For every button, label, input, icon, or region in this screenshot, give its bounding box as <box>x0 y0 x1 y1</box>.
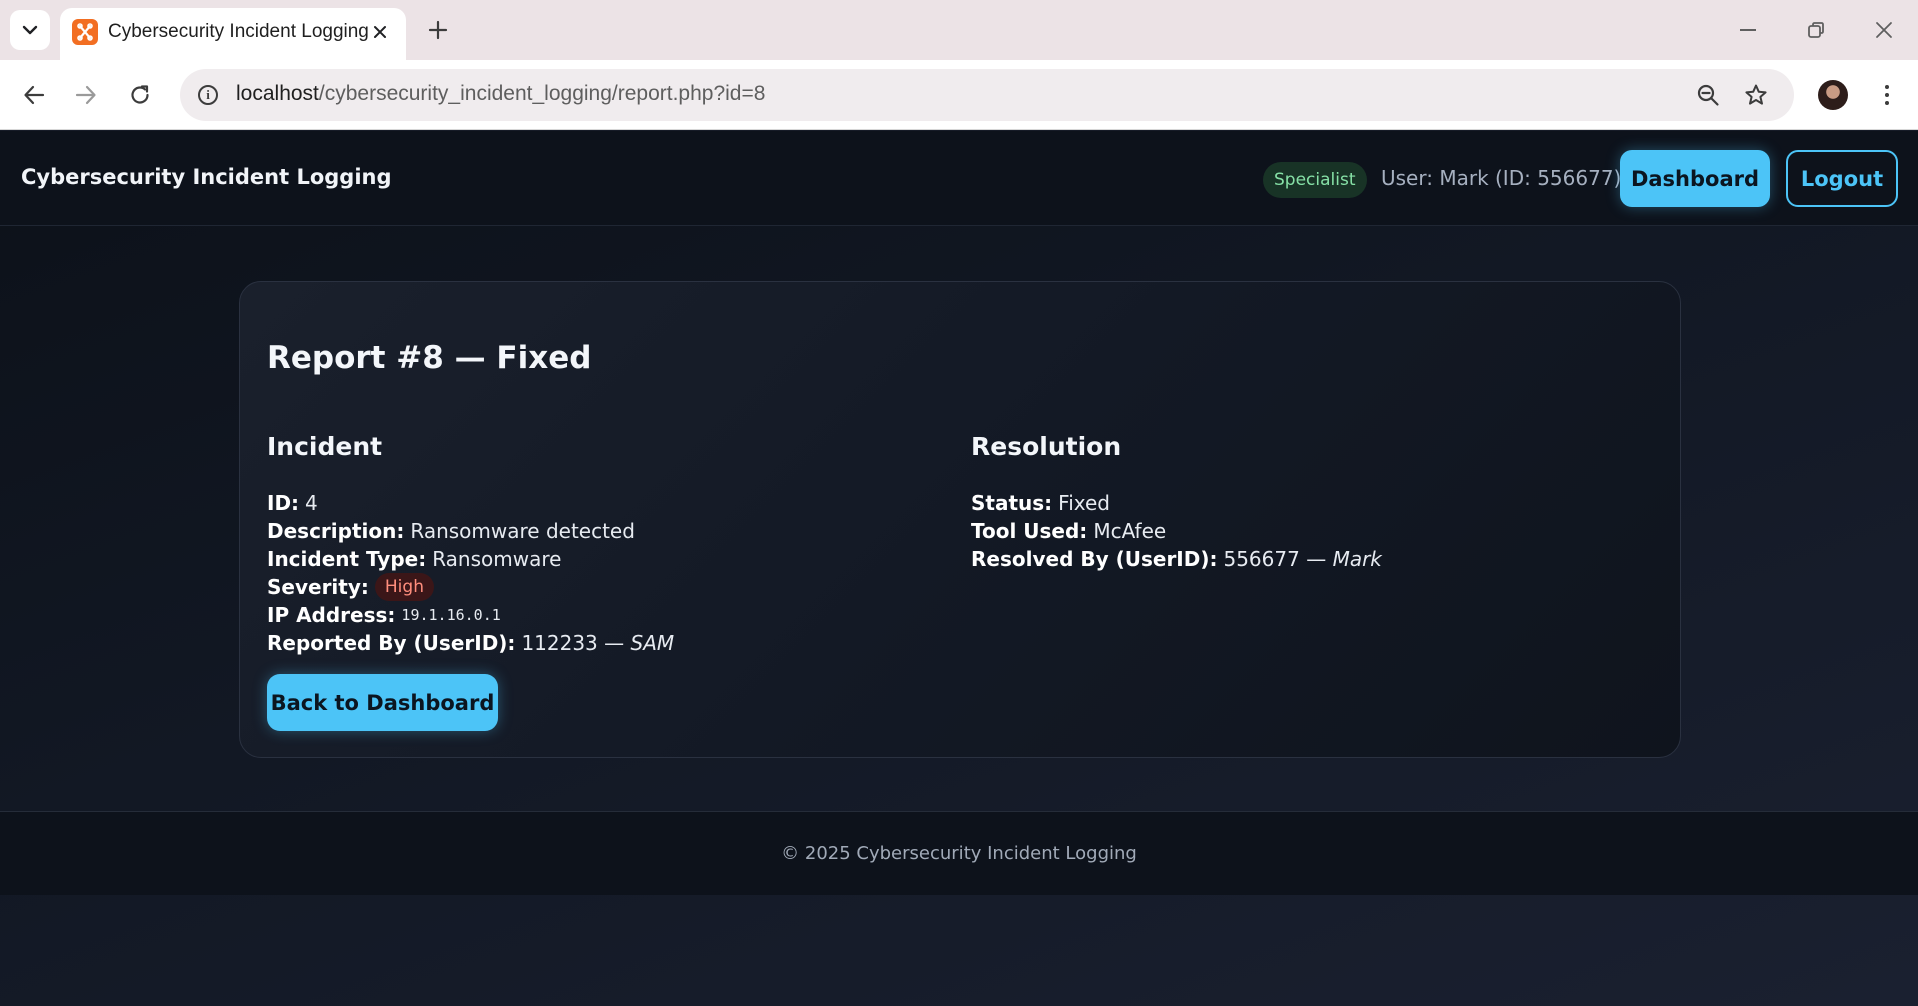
tool-used: McAfee <box>1093 519 1167 543</box>
incident-type-row: Incident Type: Ransomware <box>267 545 674 573</box>
tab-list-icon[interactable] <box>10 10 50 50</box>
address-bar[interactable]: i localhost/cybersecurity_incident_loggi… <box>180 69 1794 121</box>
reported-by-name: SAM <box>630 631 675 655</box>
resolution-heading: Resolution <box>971 432 1122 461</box>
field-label: Severity: <box>267 575 369 599</box>
restore-icon[interactable] <box>1796 12 1836 48</box>
ip-address: 19.1.16.0.1 <box>401 606 501 624</box>
forward-arrow-icon[interactable] <box>66 75 106 115</box>
ip-address-row: IP Address: 19.1.16.0.1 <box>267 601 674 629</box>
resolution-details: Status: Fixed Tool Used: McAfee Resolved… <box>971 489 1382 573</box>
tool-row: Tool Used: McAfee <box>971 517 1382 545</box>
back-to-dashboard-button[interactable]: Back to Dashboard <box>267 674 498 731</box>
browser-tabstrip: Cybersecurity Incident Logging <box>0 0 1918 60</box>
description-row: Description: Ransomware detected <box>267 517 674 545</box>
back-arrow-icon[interactable] <box>14 75 54 115</box>
browser-toolbar: i localhost/cybersecurity_incident_loggi… <box>0 60 1918 130</box>
more-menu-icon[interactable] <box>1872 75 1902 115</box>
site-footer: © 2025 Cybersecurity Incident Logging <box>0 811 1918 895</box>
favicon-icon <box>72 19 98 45</box>
url-text[interactable]: localhost/cybersecurity_incident_logging… <box>236 82 765 106</box>
minimize-icon[interactable] <box>1728 12 1768 48</box>
resolved-by-id: 556677 — <box>1223 547 1327 571</box>
status-row: Status: Fixed <box>971 489 1382 517</box>
incident-heading: Incident <box>267 432 383 461</box>
incident-description: Ransomware detected <box>410 519 635 543</box>
role-badge: Specialist <box>1263 162 1367 198</box>
reload-icon[interactable] <box>120 75 160 115</box>
footer-copyright: © 2025 Cybersecurity Incident Logging <box>781 843 1137 864</box>
report-card: Report #8 — Fixed Incident ID: 4 Descrip… <box>239 281 1681 758</box>
resolved-by-name: Mark <box>1332 547 1382 571</box>
site-header: Cybersecurity Incident Logging Specialis… <box>0 131 1918 226</box>
resolved-by-row: Resolved By (UserID): 556677 — Mark <box>971 545 1382 573</box>
resolution-status: Fixed <box>1058 491 1110 515</box>
incident-details: ID: 4 Description: Ransomware detected I… <box>267 489 674 657</box>
logout-button[interactable]: Logout <box>1786 150 1898 207</box>
reported-by-id: 112233 — <box>521 631 625 655</box>
severity-badge: High <box>374 573 434 601</box>
zoom-icon[interactable] <box>1692 79 1724 111</box>
field-label: Tool Used: <box>971 519 1088 543</box>
field-label: Description: <box>267 519 405 543</box>
dashboard-button[interactable]: Dashboard <box>1620 150 1770 207</box>
field-label: IP Address: <box>267 603 396 627</box>
field-label: Reported By (UserID): <box>267 631 516 655</box>
site-brand[interactable]: Cybersecurity Incident Logging <box>21 165 392 189</box>
tab-title: Cybersecurity Incident Logging <box>108 21 369 42</box>
star-icon[interactable] <box>1740 79 1772 111</box>
field-label: ID: <box>267 491 300 515</box>
report-title: Report #8 — Fixed <box>267 340 592 376</box>
info-icon[interactable]: i <box>192 79 224 111</box>
plus-icon[interactable] <box>420 12 456 48</box>
close-icon[interactable] <box>367 19 393 45</box>
user-info: User: Mark (ID: 556677) <box>1381 166 1622 190</box>
browser-tab[interactable]: Cybersecurity Incident Logging <box>60 8 406 60</box>
profile-avatar[interactable] <box>1818 80 1848 110</box>
incident-type: Ransomware <box>432 547 562 571</box>
field-label: Incident Type: <box>267 547 427 571</box>
reported-by-row: Reported By (UserID): 112233 — SAM <box>267 629 674 657</box>
window-close-icon[interactable] <box>1864 12 1904 48</box>
severity-row: Severity: High <box>267 573 674 601</box>
field-label: Resolved By (UserID): <box>971 547 1218 571</box>
incident-id-row: ID: 4 <box>267 489 674 517</box>
incident-id: 4 <box>305 491 318 515</box>
page: Cybersecurity Incident Logging Specialis… <box>0 131 1918 1006</box>
field-label: Status: <box>971 491 1053 515</box>
